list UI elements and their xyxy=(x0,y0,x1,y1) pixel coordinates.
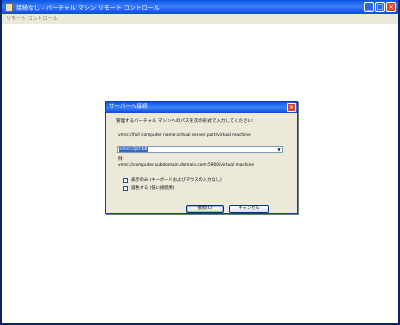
address-value[interactable]: vmrc://jkt:b8 xyxy=(119,147,149,152)
app-icon xyxy=(5,2,13,12)
app-window: 接続なし - バーチャル マシン リモート コントロール _ □ × リモート … xyxy=(0,0,400,325)
instruction-text: 管理するバーチャル マシンへのパスを次の形式で入力してください: xyxy=(116,119,254,124)
dropdown-arrow-icon[interactable]: ▼ xyxy=(276,147,282,152)
window-title: 接続なし - バーチャル マシン リモート コントロール xyxy=(16,4,160,12)
reduce-colors-label: 減色する (低い接続用) xyxy=(131,186,175,191)
example-label: 例: xyxy=(118,157,124,162)
reduce-colors-checkbox[interactable] xyxy=(123,185,128,191)
menu-bar: リモート コントロール xyxy=(2,14,398,24)
view-only-checkbox[interactable] xyxy=(123,177,128,183)
dialog-close-button[interactable]: × xyxy=(287,103,296,112)
caption-buttons: _ □ × xyxy=(364,2,396,12)
address-combobox[interactable]: vmrc://jkt:b8 ▼ xyxy=(117,146,283,153)
reduce-colors-option[interactable]: 減色する (低い接続用) xyxy=(123,185,174,191)
maximize-button[interactable]: □ xyxy=(375,2,385,12)
minimize-button[interactable]: _ xyxy=(364,2,374,12)
close-button[interactable]: × xyxy=(386,2,396,12)
view-only-label: 表示のみ (キーボードおよびマウスの入力なし) xyxy=(131,178,222,183)
dialog-title: サーバーへ接続 xyxy=(109,104,148,110)
view-only-option[interactable]: 表示のみ (キーボードおよびマウスの入力なし) xyxy=(123,177,222,183)
format-text: vmrc://full computer name:virtual server… xyxy=(118,133,251,138)
connect-button[interactable]: 接続(C) xyxy=(186,205,224,213)
dialog-title-bar[interactable]: サーバーへ接続 × xyxy=(106,102,297,113)
menu-remote-control[interactable]: リモート コントロール xyxy=(6,16,58,22)
cancel-button[interactable]: キャンセル xyxy=(229,205,269,213)
title-bar[interactable]: 接続なし - バーチャル マシン リモート コントロール _ □ × xyxy=(2,0,398,14)
connect-dialog: サーバーへ接続 × 管理するバーチャル マシンへのパスを次の形式で入力してくださ… xyxy=(105,101,298,214)
example-text: vmrc://computer.subdomain.domain.com:590… xyxy=(118,163,254,168)
